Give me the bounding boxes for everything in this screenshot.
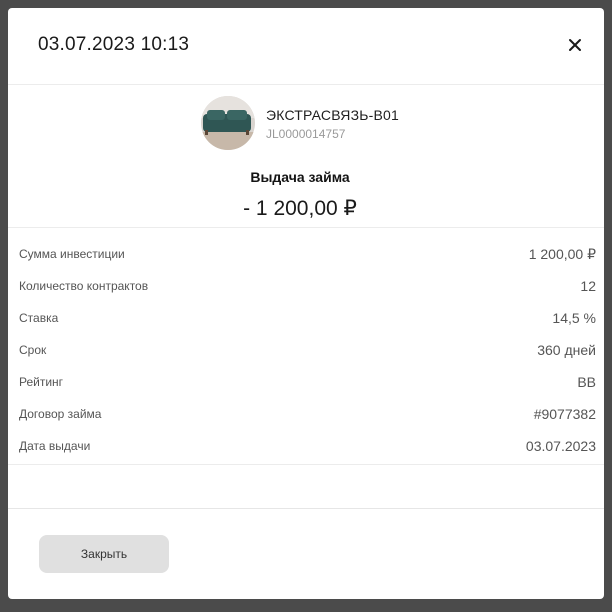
detail-row-issue-date: Дата выдачи 03.07.2023 — [8, 431, 604, 463]
detail-label: Дата выдачи — [19, 439, 91, 453]
detail-row-loan-agreement: Договор займа #9077382 — [8, 399, 604, 431]
detail-label: Ставка — [19, 311, 59, 325]
detail-label: Договор займа — [19, 407, 102, 421]
detail-row-investment-sum: Сумма инвестиции 1 200,00 ₽ — [8, 239, 604, 271]
company-avatar — [201, 96, 255, 150]
company-id: JL0000014757 — [266, 127, 346, 141]
close-icon[interactable] — [564, 34, 586, 56]
details-list: Сумма инвестиции 1 200,00 ₽ Количество к… — [8, 239, 604, 463]
transaction-summary: ЭКСТРАСВЯЗЬ-В01 JL0000014757 Выдача займ… — [8, 85, 604, 228]
detail-row-rate: Ставка 14,5 % — [8, 303, 604, 335]
detail-value: BB — [577, 374, 596, 390]
detail-label: Рейтинг — [19, 375, 64, 389]
operation-amount: - 1 200,00 ₽ — [243, 197, 357, 220]
detail-value: 14,5 % — [552, 310, 596, 326]
detail-value: #9077382 — [533, 406, 596, 422]
detail-label: Сумма инвестиции — [19, 247, 125, 261]
detail-row-contracts-count: Количество контрактов 12 — [8, 271, 604, 303]
divider — [8, 508, 604, 509]
detail-value: 03.07.2023 — [525, 438, 596, 454]
detail-label: Срок — [19, 343, 47, 357]
detail-row-term: Срок 360 дней — [8, 335, 604, 367]
detail-row-rating: Рейтинг BB — [8, 367, 604, 399]
detail-value: 1 200,00 ₽ — [528, 246, 596, 262]
transaction-details-modal: 03.07.2023 10:13 ЭКСТРАСВЯЗЬ-В01 JL00000… — [8, 8, 604, 599]
modal-header: 03.07.2023 10:13 — [8, 8, 604, 85]
detail-value: 360 дней — [537, 342, 596, 358]
company-name: ЭКСТРАСВЯЗЬ-В01 — [266, 107, 399, 123]
modal-title: 03.07.2023 10:13 — [38, 34, 190, 55]
divider — [8, 464, 604, 465]
operation-type: Выдача займа — [250, 169, 350, 185]
detail-label: Количество контрактов — [19, 279, 149, 293]
detail-value: 12 — [580, 278, 596, 294]
close-button[interactable]: Закрыть — [39, 535, 169, 573]
